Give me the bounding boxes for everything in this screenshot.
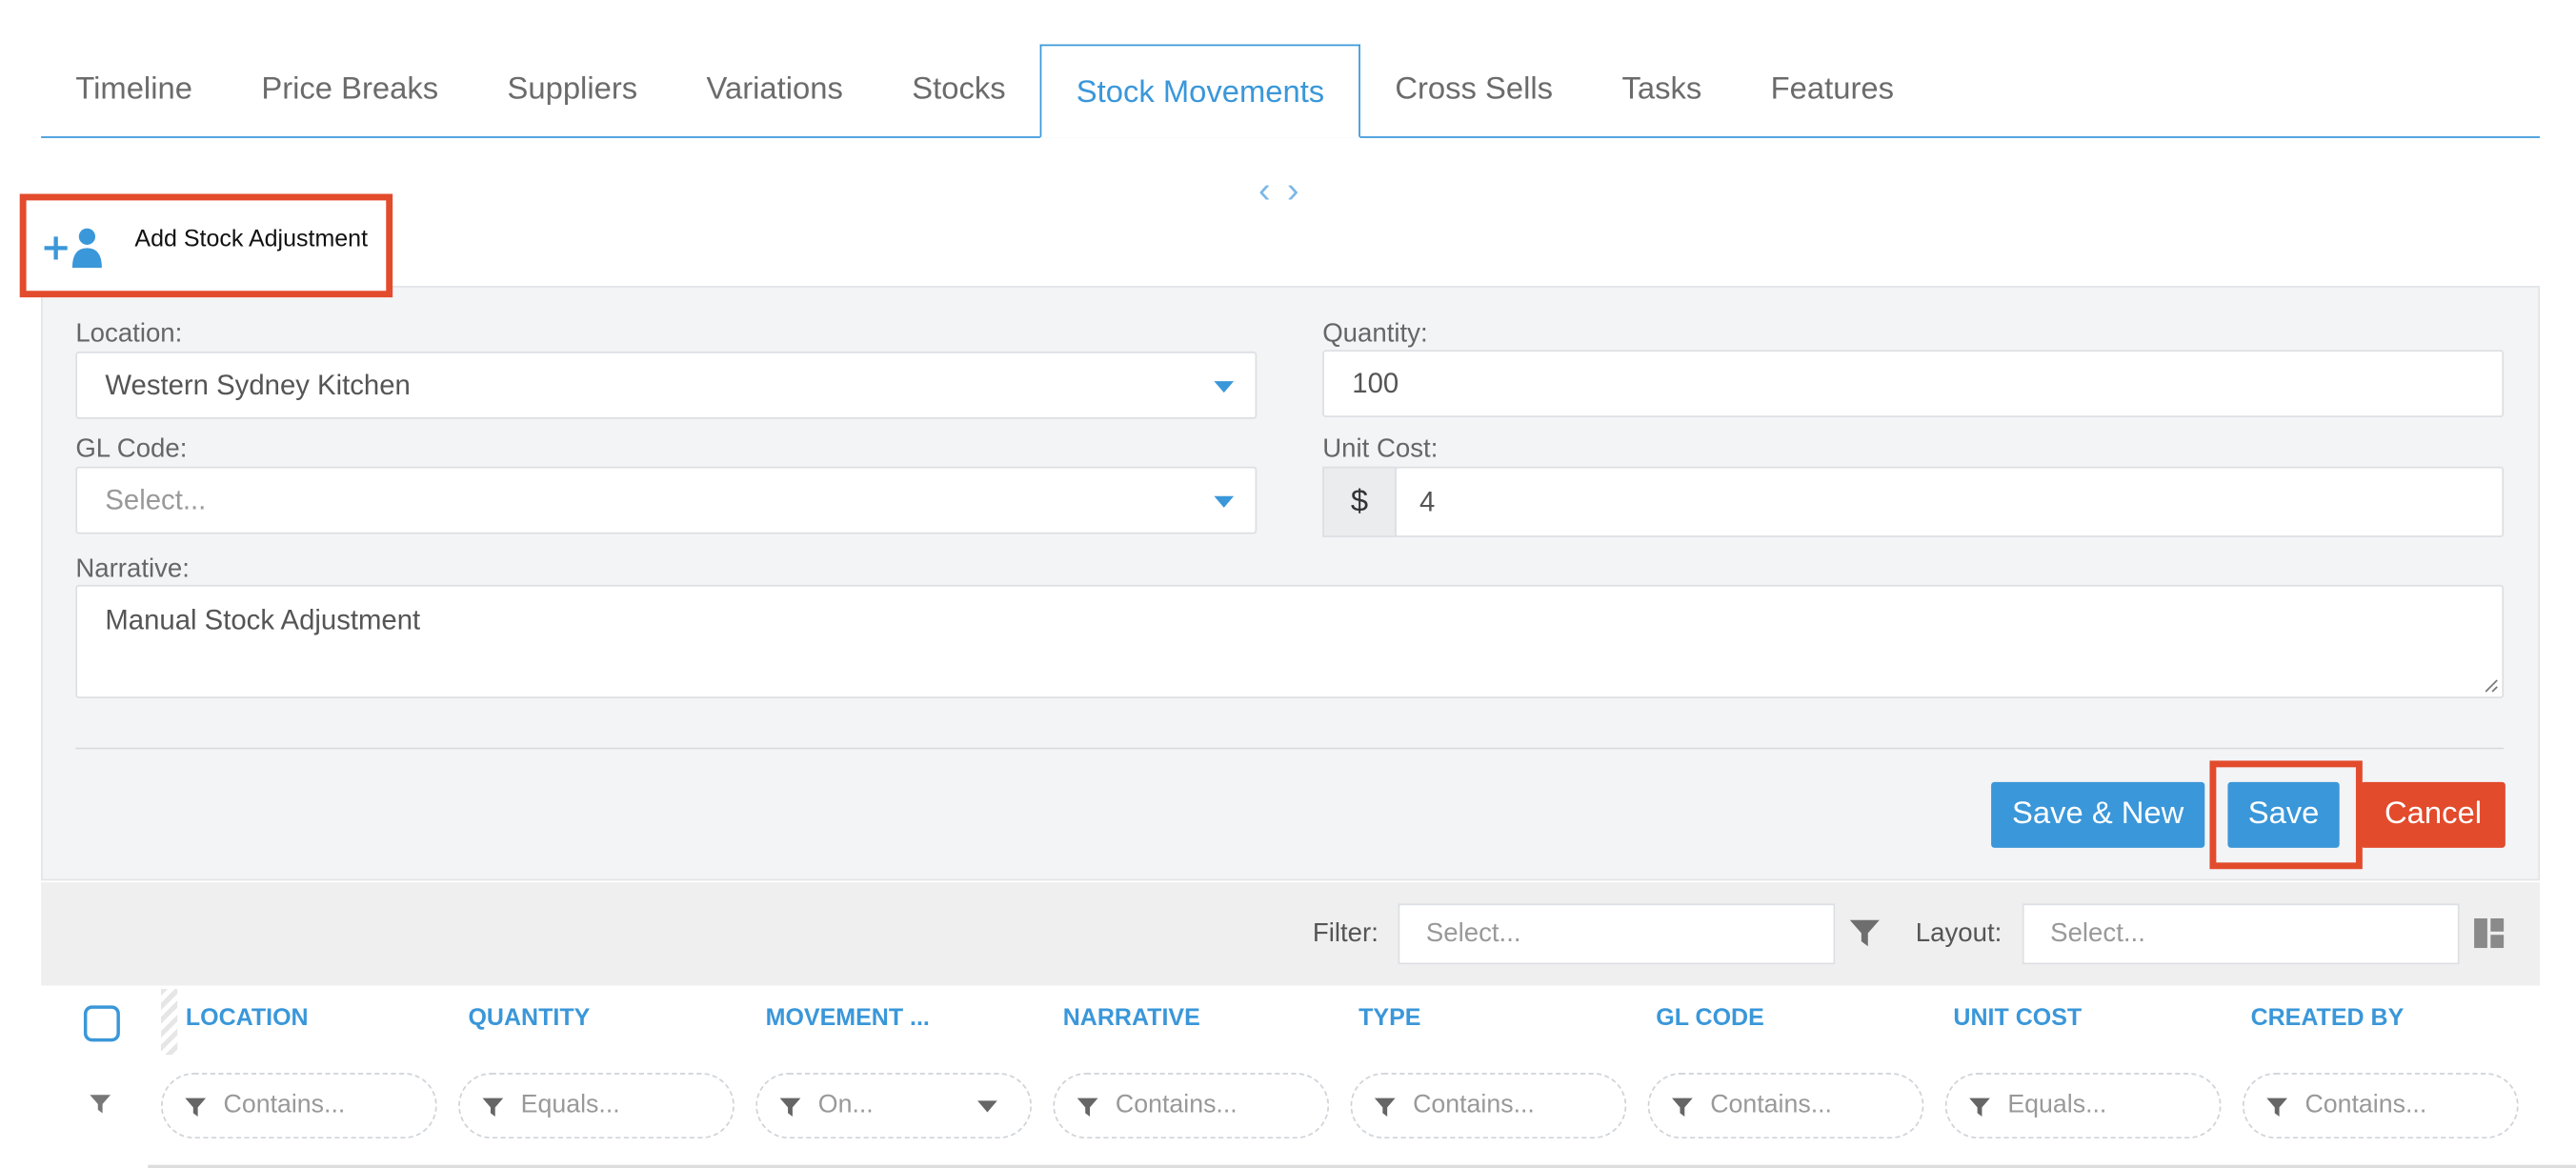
unit-cost-label: Unit Cost: — [1322, 434, 1439, 464]
filter-created-by-placeholder: Contains... — [2304, 1091, 2427, 1119]
filter-gl-code[interactable]: Contains... — [1647, 1073, 1924, 1139]
chevron-down-icon — [1214, 494, 1235, 508]
funnel-icon — [1374, 1098, 1396, 1117]
funnel-icon — [185, 1098, 207, 1117]
add-stock-adjustment-button[interactable]: Add Stock Adjustment — [19, 193, 393, 298]
funnel-icon — [2266, 1098, 2288, 1117]
filter-row-icon — [90, 1095, 111, 1114]
narrative-label: Narrative: — [75, 554, 190, 584]
narrative-value: Manual Stock Adjustment — [105, 604, 421, 636]
col-header-type[interactable]: TYPE — [1358, 1005, 1420, 1032]
tab-timeline[interactable]: Timeline — [41, 45, 227, 137]
col-header-narrative[interactable]: NARRATIVE — [1063, 1005, 1200, 1032]
quantity-input[interactable]: 100 — [1322, 350, 2505, 418]
layout-placeholder: Select... — [2050, 918, 2145, 948]
filter-gl-code-placeholder: Contains... — [1710, 1091, 1833, 1119]
save-button[interactable]: Save — [2227, 781, 2340, 848]
chevron-left-icon[interactable]: ‹ — [1258, 170, 1271, 210]
resize-handle-icon[interactable] — [2483, 676, 2499, 693]
add-stock-adjustment-label: Add Stock Adjustment — [134, 226, 369, 252]
tab-bar: Timeline Price Breaks Suppliers Variatio… — [41, 44, 2541, 138]
tab-features[interactable]: Features — [1736, 45, 1928, 137]
gl-code-placeholder: Select... — [105, 483, 207, 515]
narrative-textarea[interactable]: Manual Stock Adjustment — [75, 584, 2505, 698]
tab-stocks[interactable]: Stocks — [877, 45, 1040, 137]
funnel-icon — [482, 1098, 504, 1117]
col-header-quantity[interactable]: QUANTITY — [468, 1005, 590, 1032]
quantity-label: Quantity: — [1322, 320, 1428, 349]
form-divider — [75, 747, 2505, 750]
location-value: Western Sydney Kitchen — [105, 369, 411, 400]
col-header-gl-code[interactable]: GL CODE — [1656, 1005, 1763, 1032]
chevron-down-icon — [977, 1100, 997, 1113]
col-header-movement[interactable]: MOVEMENT ... — [766, 1005, 930, 1032]
tab-price-breaks[interactable]: Price Breaks — [227, 45, 473, 137]
pager: ‹ › — [1258, 170, 1324, 210]
tab-tasks[interactable]: Tasks — [1587, 45, 1736, 137]
filter-narrative[interactable]: Contains... — [1053, 1073, 1330, 1139]
tab-cross-sells[interactable]: Cross Sells — [1360, 45, 1587, 137]
gl-code-select[interactable]: Select... — [75, 466, 1258, 534]
col-header-location[interactable]: LOCATION — [186, 1005, 309, 1032]
tab-stock-movements[interactable]: Stock Movements — [1039, 44, 1361, 138]
filter-created-by[interactable]: Contains... — [2242, 1073, 2519, 1139]
chevron-down-icon — [1214, 380, 1235, 393]
unit-cost-value: 4 — [1419, 485, 1436, 517]
add-user-icon — [43, 221, 109, 271]
funnel-icon — [1077, 1098, 1098, 1117]
chevron-right-icon[interactable]: › — [1287, 170, 1299, 210]
location-label: Location: — [75, 320, 183, 349]
layout-select[interactable]: Select... — [2022, 903, 2460, 965]
filter-unit-cost[interactable]: Equals... — [1944, 1073, 2222, 1139]
col-header-unit-cost[interactable]: UNIT COST — [1953, 1005, 2082, 1032]
layout-label: Layout: — [1915, 919, 2002, 949]
filter-type-placeholder: Contains... — [1413, 1091, 1535, 1119]
filter-movement[interactable]: On... — [755, 1073, 1032, 1139]
funnel-icon — [779, 1098, 801, 1117]
stock-movements-page: Timeline Price Breaks Suppliers Variatio… — [0, 0, 2576, 1168]
location-select[interactable]: Western Sydney Kitchen — [75, 352, 1258, 419]
filter-location-placeholder: Contains... — [223, 1091, 346, 1119]
filter-select[interactable]: Select... — [1398, 903, 1836, 965]
column-resize-stripe — [161, 989, 178, 1056]
funnel-icon — [1969, 1098, 1990, 1117]
currency-addon: $ — [1322, 466, 1397, 537]
funnel-icon — [1672, 1098, 1693, 1117]
col-header-created-by[interactable]: CREATED BY — [2251, 1005, 2405, 1032]
filter-movement-placeholder: On... — [817, 1091, 874, 1119]
filter-icon[interactable] — [1848, 916, 1881, 949]
filter-type[interactable]: Contains... — [1350, 1073, 1627, 1139]
cancel-button[interactable]: Cancel — [2361, 781, 2506, 848]
layout-grid-icon[interactable] — [2472, 916, 2505, 949]
tab-variations[interactable]: Variations — [672, 45, 877, 137]
save-and-new-button[interactable]: Save & New — [1991, 781, 2205, 848]
filter-narrative-placeholder: Contains... — [1115, 1091, 1238, 1119]
select-all-checkbox[interactable] — [83, 1005, 120, 1042]
filter-label: Filter: — [1312, 919, 1379, 949]
filter-location[interactable]: Contains... — [161, 1073, 437, 1139]
filter-unit-cost-placeholder: Equals... — [2007, 1091, 2107, 1119]
gl-code-label: GL Code: — [75, 434, 188, 464]
unit-cost-input[interactable]: 4 — [1395, 466, 2505, 537]
filter-quantity[interactable]: Equals... — [458, 1073, 735, 1139]
filter-placeholder: Select... — [1425, 918, 1521, 948]
tab-suppliers[interactable]: Suppliers — [473, 45, 672, 137]
filter-quantity-placeholder: Equals... — [520, 1091, 620, 1119]
quantity-value: 100 — [1352, 367, 1399, 399]
